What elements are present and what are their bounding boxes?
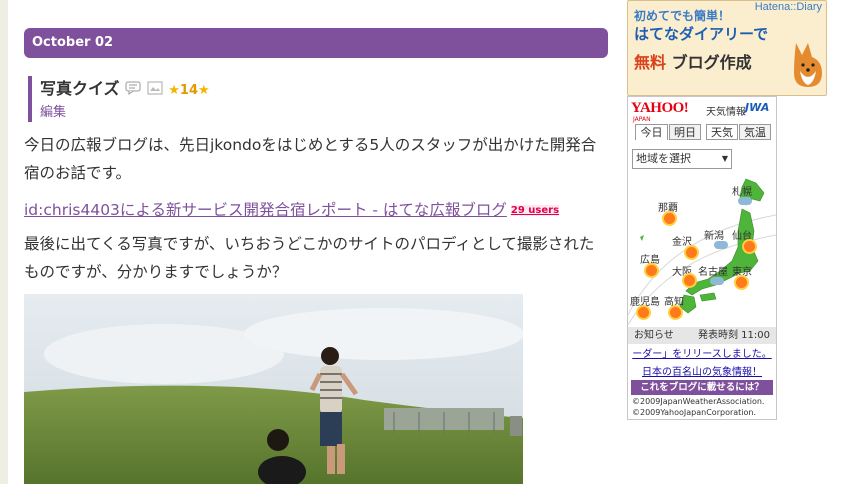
hatena-diary-banner[interactable]: Hatena::Diary 初めてでも簡単！ はてなダイアリーで 無料 ブログ作… xyxy=(627,0,827,96)
city-kochi[interactable]: 高知 xyxy=(664,293,684,308)
blog-post-link[interactable]: id:chris4403による新サービス開発合宿レポート - はてな広報ブログ xyxy=(24,201,507,219)
copyright-yahoo: ©2009YahooJapanCorporation. xyxy=(632,408,757,417)
weather-map[interactable]: 札幌 那覇 金沢 新潟 仙台 広島 大阪 名古屋 東京 鹿児島 高知 xyxy=(628,175,776,325)
yahoo-logo[interactable]: YAHOO! xyxy=(631,100,689,117)
date-header: October 02 xyxy=(24,28,608,58)
sun-icon xyxy=(684,275,695,286)
cloud-icon xyxy=(710,277,724,285)
tab-temperature[interactable]: 気温 xyxy=(739,124,771,140)
page-left-border xyxy=(0,0,8,484)
city-sendai[interactable]: 仙台 xyxy=(732,227,752,242)
entry-title-row: 写真クイズ ★14★ xyxy=(40,76,210,104)
sun-icon xyxy=(646,265,657,276)
cloud-icon xyxy=(738,197,752,205)
add-star-icon[interactable]: ★ xyxy=(198,83,210,98)
city-kagoshima[interactable]: 鹿児島 xyxy=(630,293,660,308)
news-link[interactable]: ーダー」をリリースしました。 xyxy=(628,345,776,360)
copyright-jwa: ©2009JapanWeatherAssociation. xyxy=(632,397,765,406)
jwa-logo: JWA xyxy=(745,101,770,114)
entry-title[interactable]: 写真クイズ xyxy=(40,79,120,98)
region-select-value: 地域を選択 xyxy=(636,152,691,165)
banner-line: はてなダイアリーで xyxy=(634,25,769,43)
bookmark-users-badge[interactable]: 29 users xyxy=(510,204,560,216)
bookmark-icon[interactable] xyxy=(147,77,163,103)
entry-date: October 02 xyxy=(32,35,114,50)
banner-line: 無料 ブログ作成 xyxy=(634,49,752,73)
tab-weather[interactable]: 天気 xyxy=(706,124,738,140)
forecast-time: 発表時刻 11:00 xyxy=(698,330,770,341)
banner-text: ブログ作成 xyxy=(671,53,752,72)
city-kanazawa[interactable]: 金沢 xyxy=(672,233,692,248)
banner-accent: 無料 xyxy=(634,53,667,72)
notice-label: お知らせ xyxy=(634,330,674,341)
blog-embed-button[interactable]: これをブログに載せるには？ xyxy=(631,380,773,395)
city-hiroshima[interactable]: 広島 xyxy=(640,251,660,266)
banner-line: 初めてでも簡単！ xyxy=(634,9,731,23)
city-niigata[interactable]: 新潟 xyxy=(704,227,724,242)
tab-today[interactable]: 今日 xyxy=(635,124,668,140)
weather-widget: YAHOO! JAPAN 天気情報 JWA 今日 明日 天気 気温 地域を選択 … xyxy=(627,96,777,420)
sun-icon xyxy=(670,307,681,318)
sun-icon xyxy=(638,307,649,318)
entry-photo xyxy=(24,294,523,484)
sun-icon xyxy=(736,277,747,288)
entry-link-line: id:chris4403による新サービス開発合宿レポート - はてな広報ブログ 2… xyxy=(24,196,560,225)
news-link[interactable]: 日本の百名山の気象情報！ xyxy=(628,363,776,378)
city-tokyo[interactable]: 東京 xyxy=(732,263,752,278)
cloud-icon xyxy=(714,241,728,249)
entry-header: 写真クイズ ★14★ 編集 xyxy=(28,76,210,122)
chevron-down-icon: ▼ xyxy=(721,154,728,163)
edit-link[interactable]: 編集 xyxy=(40,104,210,122)
yahoo-logo-sub: JAPAN xyxy=(633,116,651,123)
region-select[interactable]: 地域を選択 ▼ xyxy=(632,149,732,169)
entry-paragraph: 最後に出てくる写真ですが、いちおうどこかのサイトのパロディとして撮影されたもので… xyxy=(24,235,595,281)
tab-tomorrow[interactable]: 明日 xyxy=(669,124,701,140)
sun-icon xyxy=(664,213,675,224)
star-icon: ★ xyxy=(168,83,180,98)
city-naha[interactable]: 那覇 xyxy=(658,199,678,214)
sun-icon xyxy=(686,247,697,258)
notice-bar: お知らせ 発表時刻 11:00 xyxy=(628,327,776,344)
comment-icon[interactable] xyxy=(125,77,141,103)
corgi-dog-icon xyxy=(794,43,822,87)
star-count[interactable]: 14 xyxy=(180,83,198,98)
city-nagoya[interactable]: 名古屋 xyxy=(698,263,728,278)
sun-icon xyxy=(744,241,755,252)
entry-paragraph: 今日の広報ブログは、先日jkondoをはじめとする5人のスタッフが出かけた開発合… xyxy=(24,136,597,182)
city-sapporo[interactable]: 札幌 xyxy=(732,183,752,198)
hatena-diary-tag: Hatena::Diary xyxy=(754,1,822,13)
weather-title: 天気情報 xyxy=(706,107,746,118)
